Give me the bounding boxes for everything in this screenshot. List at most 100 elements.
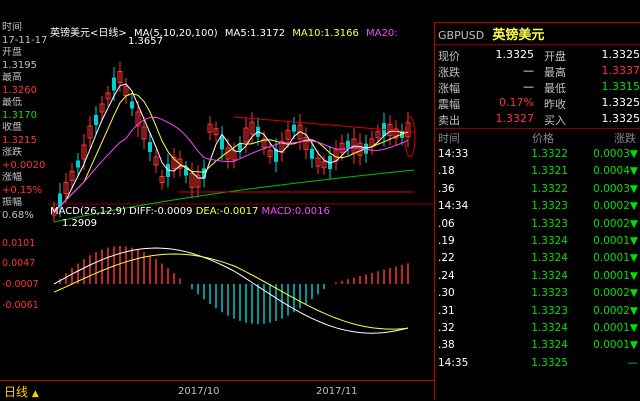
macd-label: MACD(26,12,9) bbox=[50, 206, 126, 217]
trendline bbox=[233, 116, 415, 133]
tick-price: 1.3322 bbox=[531, 148, 568, 160]
quote-value: — bbox=[523, 80, 534, 93]
tick-row: .22 1.3324 0.0001▼ bbox=[438, 252, 638, 269]
quote-value: 1.3337 bbox=[601, 64, 640, 77]
tick-time: .24 bbox=[438, 269, 455, 282]
info-value: 1.3215 bbox=[2, 134, 37, 146]
candle-body bbox=[130, 101, 134, 109]
candle-body bbox=[112, 77, 116, 91]
ticks-header-price: 价格 bbox=[532, 132, 554, 145]
tick-time: .31 bbox=[438, 304, 455, 317]
candle-body bbox=[220, 136, 224, 150]
ticks-header-time: 时间 bbox=[438, 132, 460, 145]
info-value: 1.3260 bbox=[2, 84, 37, 96]
candle-body bbox=[94, 115, 98, 125]
tick-time: .38 bbox=[438, 339, 455, 352]
tick-price: 1.3324 bbox=[531, 252, 568, 265]
info-value: 17-11-17 bbox=[2, 34, 48, 46]
candle-body bbox=[310, 148, 314, 159]
tick-price: 1.3324 bbox=[531, 322, 568, 334]
quote-label: 最低 bbox=[544, 82, 566, 95]
ticks-header-change: 涨跌 bbox=[614, 132, 636, 145]
quote-value: 0.17% bbox=[499, 96, 534, 109]
tick-price: 1.3324 bbox=[531, 235, 568, 247]
info-value: 1.3170 bbox=[2, 109, 37, 121]
tick-row: 14:34 1.3323 0.0002▼ bbox=[438, 200, 638, 217]
tick-change: 0.0001▼ bbox=[593, 235, 638, 247]
info-label: 收盘 bbox=[2, 122, 22, 133]
tick-time: 14:35 bbox=[438, 356, 469, 369]
quote-label: 现价 bbox=[438, 50, 460, 63]
left-info-panel: 时间 17-11-17 开盘 1.3195 最高 1.3260 最低 1.3170 收盘 1.32… bbox=[0, 22, 50, 222]
tick-price: 1.3323 bbox=[531, 200, 568, 213]
quote-value: — bbox=[523, 64, 534, 77]
tick-time: 14:34 bbox=[438, 200, 469, 213]
x-tick: 2017/11 bbox=[316, 386, 358, 397]
quote-value: 1.3325 bbox=[601, 48, 640, 61]
quote-value: 1.3325 bbox=[601, 96, 640, 109]
candle-body bbox=[76, 160, 80, 168]
quote-value: 1.3315 bbox=[601, 80, 640, 93]
tick-change: — bbox=[627, 356, 639, 369]
tick-price: 1.3324 bbox=[531, 269, 568, 282]
tick-row: .31 1.3323 0.0002▼ bbox=[438, 305, 638, 322]
tick-time: .06 bbox=[438, 217, 455, 230]
candle-body bbox=[346, 140, 350, 148]
tick-price: 1.3323 bbox=[531, 217, 568, 230]
tick-row: 14:35 1.3325 — bbox=[438, 357, 638, 374]
quote-label: 涨幅 bbox=[438, 82, 460, 95]
macd-dea: DEA:-0.0017 bbox=[195, 206, 259, 217]
quote-label: 涨跌 bbox=[438, 66, 460, 79]
quote-label: 震幅 bbox=[438, 98, 460, 111]
tick-price: 1.3325 bbox=[531, 356, 568, 369]
info-value: +0.0020 bbox=[2, 159, 46, 171]
period-button[interactable]: 日线 ▲ bbox=[4, 383, 39, 400]
tick-change: 0.0001▼ bbox=[593, 252, 638, 265]
tick-row: .19 1.3324 0.0001▼ bbox=[438, 235, 638, 252]
macd-tick: 0.0047 bbox=[2, 258, 36, 269]
tick-price: 1.3321 bbox=[531, 165, 568, 178]
tick-time: .22 bbox=[438, 252, 455, 265]
tick-row: .24 1.3324 0.0001▼ bbox=[438, 270, 638, 287]
macd-tick: -0.0061 bbox=[2, 300, 39, 311]
info-label: 最低 bbox=[2, 97, 22, 108]
tick-change: 0.0003▼ bbox=[593, 148, 638, 160]
quote-label: 买入 bbox=[544, 114, 566, 127]
tick-row: .30 1.3323 0.0002▼ bbox=[438, 287, 638, 304]
symbol-name: 英镑美元 bbox=[492, 28, 545, 43]
tick-change: 0.0001▼ bbox=[593, 339, 638, 352]
tick-row: .06 1.3323 0.0002▼ bbox=[438, 218, 638, 235]
high-label: 1.3657 bbox=[128, 36, 163, 47]
info-label: 开盘 bbox=[2, 47, 22, 58]
tick-time: .36 bbox=[438, 182, 455, 195]
tick-row: .36 1.3322 0.0003▼ bbox=[438, 183, 638, 200]
low-label: 1.2909 bbox=[62, 218, 97, 229]
tick-change: 0.0002▼ bbox=[593, 200, 638, 213]
kline-chart[interactable]: 1.3657 1.2909 bbox=[48, 22, 434, 380]
tick-change: 0.0004▼ bbox=[593, 165, 638, 178]
tick-price: 1.3324 bbox=[531, 339, 568, 352]
tick-time: .32 bbox=[438, 322, 455, 334]
info-value: 1.3195 bbox=[2, 59, 37, 71]
tick-change: 0.0001▼ bbox=[593, 269, 638, 282]
tick-row: 14:33 1.3322 0.0003▼ bbox=[438, 148, 638, 165]
tick-change: 0.0002▼ bbox=[593, 287, 638, 300]
macd-header: MACD(26,12,9) DIFF:-0.0009 DEA:-0.0017 M… bbox=[50, 206, 330, 217]
info-value: 0.68% bbox=[2, 209, 34, 221]
macd-tick: -0.0007 bbox=[2, 279, 39, 290]
tick-change: 0.0002▼ bbox=[593, 304, 638, 317]
chevron-up-icon: ▲ bbox=[31, 389, 39, 399]
candle-body bbox=[292, 124, 296, 132]
macd-value: MACD:0.0016 bbox=[261, 206, 330, 217]
tick-row: .18 1.3321 0.0004▼ bbox=[438, 165, 638, 182]
price-annotations: 1.3657 1.2909 bbox=[62, 36, 163, 229]
tick-price: 1.3323 bbox=[531, 304, 568, 317]
macd-diff: DIFF:-0.0009 bbox=[129, 206, 193, 217]
quote-label: 开盘 bbox=[544, 50, 566, 63]
tick-change: 0.0002▼ bbox=[593, 217, 638, 230]
candle-body bbox=[148, 142, 152, 152]
info-value: +0.15% bbox=[2, 184, 43, 196]
macd-line bbox=[53, 247, 409, 334]
quote-value: 1.3327 bbox=[495, 112, 535, 125]
period-label: 日线 bbox=[4, 385, 29, 399]
